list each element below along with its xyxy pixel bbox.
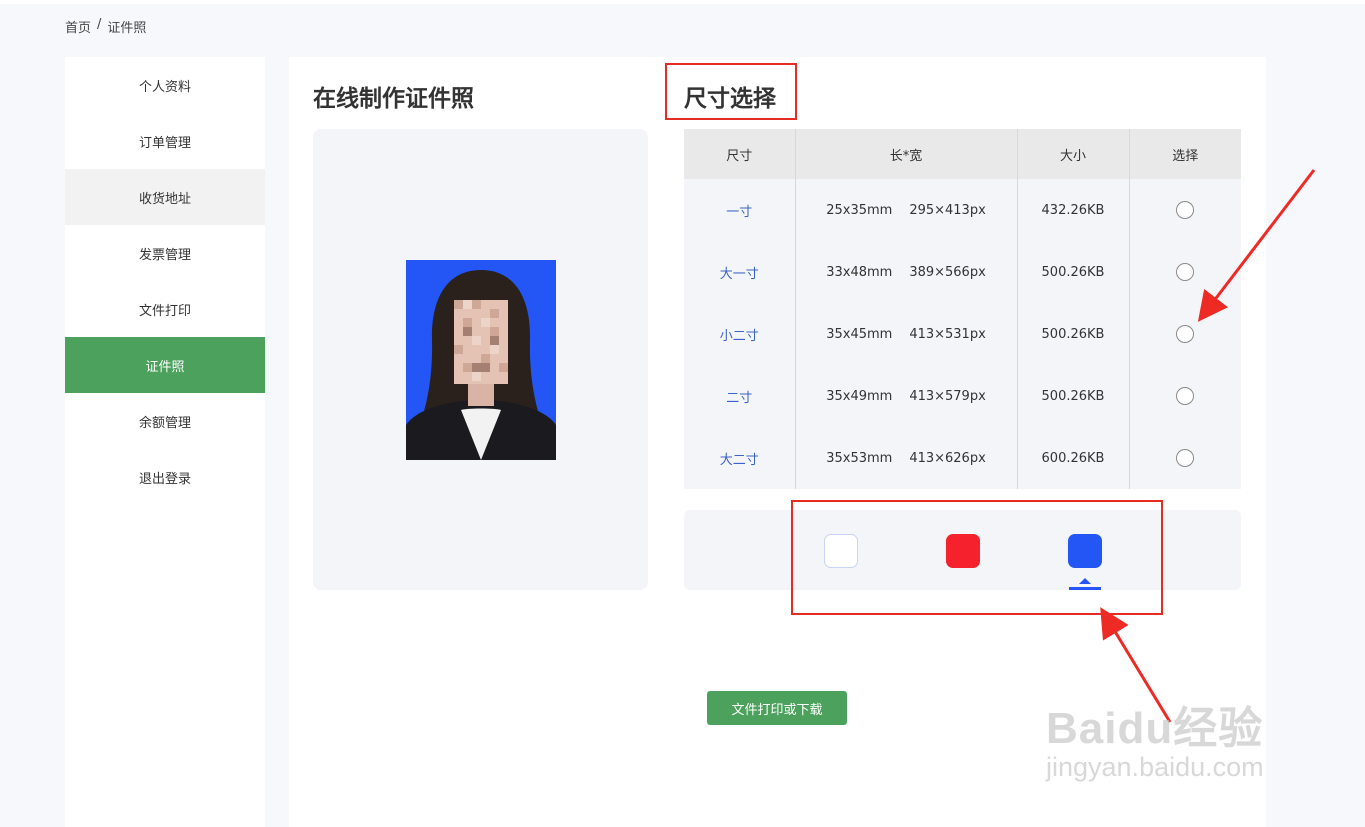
size-mm: 35x45mm xyxy=(826,326,893,342)
size-select-cell xyxy=(1129,241,1241,303)
size-filesize: 500.26KB xyxy=(1017,241,1130,303)
size-radio[interactable] xyxy=(1176,449,1195,467)
watermark-sub: jingyan.baidu.com xyxy=(1046,752,1264,782)
color-highlight-box xyxy=(791,500,1163,615)
baidu-watermark: Baidu经验 jingyan.baidu.com xyxy=(1046,692,1264,783)
page-top-strip xyxy=(0,0,1365,4)
size-filesize: 500.26KB xyxy=(1017,365,1130,427)
size-name: 大一寸 xyxy=(684,241,796,303)
size-name: 大二寸 xyxy=(684,427,796,489)
column-header-filesize: 大小 xyxy=(1017,129,1130,179)
breadcrumb: 首页 / 证件照 xyxy=(65,17,146,36)
sidebar-item-balance[interactable]: 余额管理 xyxy=(65,393,265,449)
table-row: 大一寸 33x48mm 389×566px 500.26KB xyxy=(684,241,1241,303)
print-or-download-button[interactable]: 文件打印或下载 xyxy=(707,691,847,725)
table-row: 一寸 25x35mm 295×413px 432.26KB xyxy=(684,179,1241,241)
size-name: 小二寸 xyxy=(684,303,796,365)
size-px: 413×626px xyxy=(909,450,986,466)
size-mm: 35x53mm xyxy=(826,450,893,466)
size-table-header-row: 尺寸 长*宽 大小 选择 xyxy=(684,129,1241,179)
size-filesize: 600.26KB xyxy=(1017,427,1130,489)
size-mm: 25x35mm xyxy=(826,202,893,218)
sidebar: 个人资料 订单管理 收货地址 发票管理 文件打印 证件照 余额管理 退出登录 xyxy=(65,57,265,827)
column-header-size: 尺寸 xyxy=(684,129,796,179)
size-px: 389×566px xyxy=(909,264,986,280)
size-px: 413×531px xyxy=(909,326,986,342)
column-header-select: 选择 xyxy=(1129,129,1241,179)
sidebar-item-logout[interactable]: 退出登录 xyxy=(65,449,265,505)
size-filesize: 432.26KB xyxy=(1017,179,1130,241)
table-row: 大二寸 35x53mm 413×626px 600.26KB xyxy=(684,427,1241,489)
breadcrumb-home[interactable]: 首页 xyxy=(65,17,91,36)
sidebar-item-id-photo[interactable]: 证件照 xyxy=(65,337,265,393)
column-header-dimensions: 长*宽 xyxy=(795,129,1018,179)
sidebar-item-profile[interactable]: 个人资料 xyxy=(65,57,265,113)
size-dimensions: 25x35mm 295×413px xyxy=(795,179,1018,241)
sidebar-item-orders[interactable]: 订单管理 xyxy=(65,113,265,169)
table-row: 小二寸 35x45mm 413×531px 500.26KB xyxy=(684,303,1241,365)
size-dimensions: 35x53mm 413×626px xyxy=(795,427,1018,489)
size-table: 尺寸 长*宽 大小 选择 一寸 25x35mm 295×413px 432.26K… xyxy=(684,129,1241,489)
size-dimensions: 35x45mm 413×531px xyxy=(795,303,1018,365)
size-radio[interactable] xyxy=(1176,263,1195,281)
photo-preview-panel xyxy=(313,129,648,590)
breadcrumb-separator: / xyxy=(97,17,102,32)
size-dimensions: 35x49mm 413×579px xyxy=(795,365,1018,427)
size-mm: 35x49mm xyxy=(826,388,893,404)
size-radio[interactable] xyxy=(1176,387,1195,405)
size-dimensions: 33x48mm 389×566px xyxy=(795,241,1018,303)
table-row: 二寸 35x49mm 413×579px 500.26KB xyxy=(684,365,1241,427)
size-selection-title: 尺寸选择 xyxy=(684,86,776,112)
size-name: 一寸 xyxy=(684,179,796,241)
size-radio[interactable] xyxy=(1176,325,1195,343)
sidebar-item-addresses[interactable]: 收货地址 xyxy=(65,169,265,225)
id-photo-preview xyxy=(406,260,556,460)
portrait-image xyxy=(406,260,556,460)
watermark-main: Baidu经验 xyxy=(1046,704,1264,753)
page-title: 在线制作证件照 xyxy=(313,86,474,112)
size-select-cell xyxy=(1129,179,1241,241)
size-radio[interactable] xyxy=(1176,201,1195,219)
size-px: 295×413px xyxy=(909,202,986,218)
sidebar-item-file-print[interactable]: 文件打印 xyxy=(65,281,265,337)
size-px: 413×579px xyxy=(909,388,986,404)
size-select-cell xyxy=(1129,303,1241,365)
size-select-cell xyxy=(1129,427,1241,489)
size-mm: 33x48mm xyxy=(826,264,893,280)
size-name: 二寸 xyxy=(684,365,796,427)
sidebar-item-invoices[interactable]: 发票管理 xyxy=(65,225,265,281)
breadcrumb-current: 证件照 xyxy=(107,21,147,36)
size-select-cell xyxy=(1129,365,1241,427)
size-filesize: 500.26KB xyxy=(1017,303,1130,365)
